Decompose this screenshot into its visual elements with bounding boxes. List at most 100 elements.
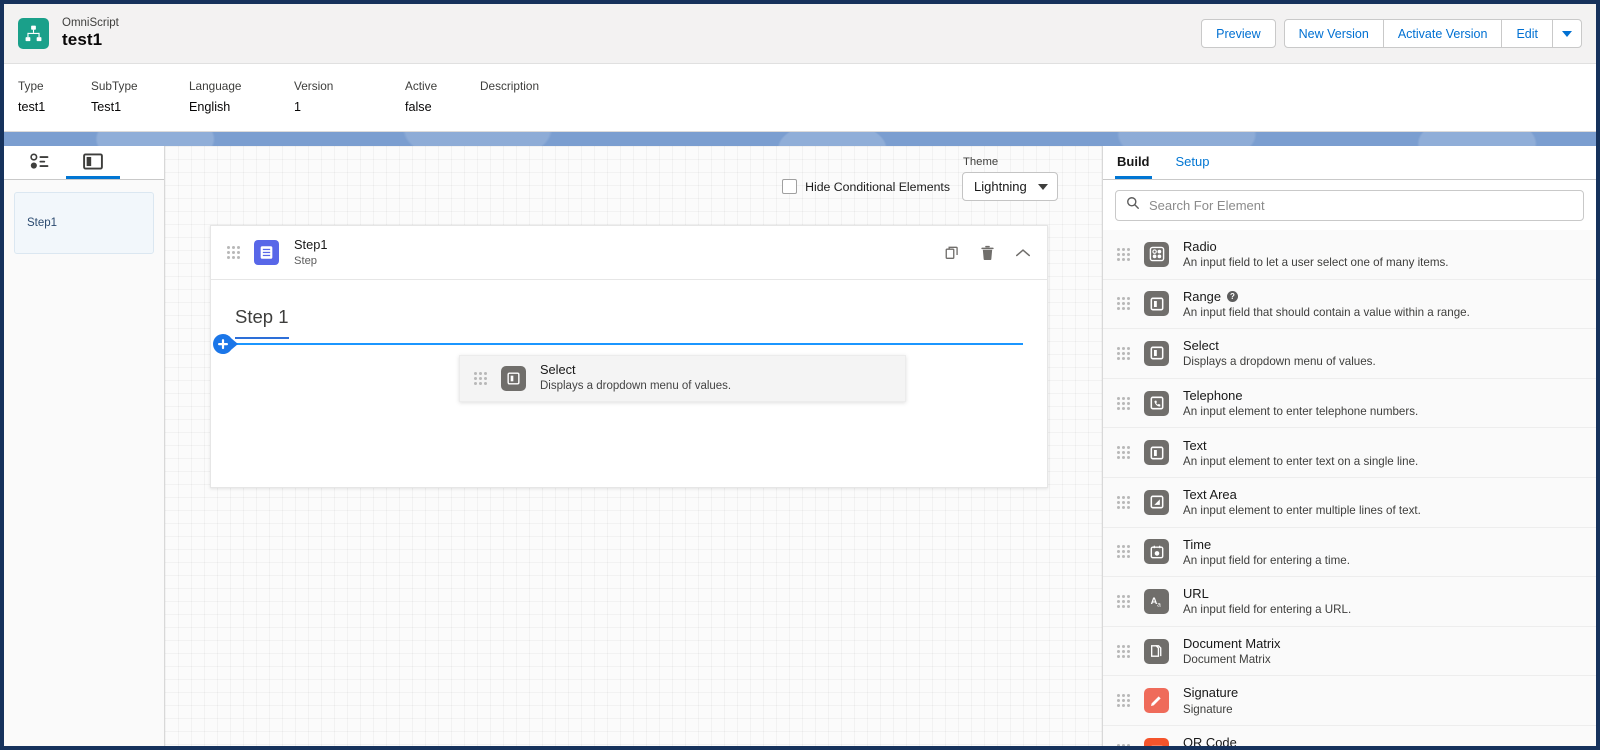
list-item-text: Range ? An input field that should conta… (1183, 288, 1470, 320)
list-item[interactable]: Time An input field for entering a time. (1103, 527, 1596, 578)
list-item[interactable]: Telephone An input element to enter tele… (1103, 378, 1596, 429)
select-icon (1144, 340, 1169, 366)
tab-build[interactable]: Build (1115, 154, 1152, 179)
select-icon (501, 366, 526, 391)
list-item-text: Document Matrix Document Matrix (1183, 635, 1280, 667)
page-title: test1 (62, 30, 103, 50)
field-language: Language English (189, 79, 242, 115)
hide-conditional-wrap[interactable]: Hide Conditional Elements (782, 179, 950, 201)
list-item[interactable]: QR Code QR Code (1103, 725, 1596, 746)
theme-label: Theme (963, 156, 999, 168)
list-item[interactable]: Select Displays a dropdown menu of value… (1103, 329, 1596, 379)
list-item-text: Text Area An input element to enter mult… (1183, 486, 1421, 518)
list-item-text: Text An input element to enter text on a… (1183, 437, 1418, 469)
new-version-button[interactable]: New Version (1283, 19, 1384, 48)
drag-handle-icon[interactable] (1117, 396, 1130, 410)
chevron-down-icon (1038, 183, 1048, 190)
right-panel-tabs: Build Setup (1103, 146, 1596, 180)
sidebar-item-step1[interactable]: Step1 (14, 192, 154, 254)
field-description: Description (480, 79, 540, 93)
list-item-text: Telephone An input element to enter tele… (1183, 387, 1418, 419)
url-icon: A a (1144, 588, 1169, 614)
drag-handle-icon[interactable] (1117, 594, 1130, 608)
drag-handle-icon[interactable] (1117, 247, 1130, 261)
range-icon (1144, 291, 1169, 317)
drag-handle-icon[interactable] (1117, 446, 1130, 460)
search-box[interactable] (1115, 190, 1584, 221)
drag-handle-icon[interactable] (1117, 694, 1130, 708)
list-item[interactable]: Range ? An input field that should conta… (1103, 279, 1596, 330)
step-card-title: Step1 (294, 236, 328, 252)
element-title: Time (1183, 536, 1212, 552)
radio-icon (1144, 241, 1169, 267)
version-button-group: New Version Activate Version Edit (1283, 19, 1582, 48)
telephone-icon (1144, 390, 1169, 416)
decorative-banner-strip (4, 132, 1596, 146)
list-item[interactable]: Text An input element to enter text on a… (1103, 428, 1596, 478)
list-item[interactable]: Text Area An input element to enter mult… (1103, 477, 1596, 528)
list-item-text: Signature Signature (1183, 684, 1238, 716)
more-actions-button[interactable] (1552, 19, 1582, 48)
script-canvas[interactable]: Hide Conditional Elements Theme Lightnin… (165, 146, 1102, 746)
dragged-element-ghost[interactable]: Select Displays a dropdown menu of value… (459, 355, 906, 402)
activate-version-button[interactable]: Activate Version (1382, 19, 1503, 48)
drag-handle-icon[interactable] (1117, 297, 1130, 311)
element-description: An input element to enter text on a sing… (1183, 454, 1419, 468)
edit-button[interactable]: Edit (1501, 19, 1553, 48)
element-description: Document Matrix (1183, 652, 1271, 666)
org-chart-icon (18, 18, 49, 49)
element-description: Signature (1183, 702, 1233, 716)
text-icon (1144, 440, 1169, 466)
sidebar-tab-structure[interactable] (12, 146, 66, 179)
step-list: Step1 (4, 180, 164, 746)
documents-icon (1144, 638, 1169, 664)
left-sidebar: Step1 (4, 146, 165, 746)
element-description: Displays a dropdown menu of values. (1183, 355, 1376, 369)
drag-handle-icon[interactable] (474, 372, 487, 385)
add-element-button[interactable] (212, 333, 238, 355)
canvas-toolbar: Hide Conditional Elements Theme Lightnin… (782, 156, 1058, 201)
step-card-titles: Step1 Step (294, 237, 327, 268)
header-actions: Preview New Version Activate Version Edi… (1201, 19, 1582, 48)
element-title: Radio (1183, 239, 1217, 255)
preview-button[interactable]: Preview (1201, 19, 1276, 48)
element-title-wrap: Range ? (1183, 288, 1470, 305)
copy-icon[interactable] (945, 245, 960, 260)
drag-handle-icon[interactable] (1117, 743, 1130, 746)
list-item[interactable]: Radio An input field to let a user selec… (1103, 230, 1596, 280)
record-header: OmniScript test1 Preview New Version Act… (4, 4, 1596, 64)
list-item[interactable]: A a URL An input field for entering a UR… (1103, 577, 1596, 627)
theme-selector-wrap: Theme Lightning (962, 156, 1058, 201)
pencil-icon (1144, 688, 1169, 714)
tab-setup[interactable]: Setup (1174, 154, 1212, 179)
drag-handle-icon[interactable] (1117, 495, 1130, 509)
list-item[interactable]: Signature Signature (1103, 676, 1596, 726)
chevron-down-icon (1562, 30, 1572, 37)
delete-icon[interactable] (980, 245, 995, 261)
element-title: QR Code (1183, 735, 1237, 746)
collapse-icon[interactable] (1015, 248, 1031, 258)
drag-handle-icon[interactable] (227, 246, 240, 259)
list-item[interactable]: Document Matrix Document Matrix (1103, 626, 1596, 677)
help-icon[interactable]: ? (1227, 290, 1238, 302)
step-card-subtitle: Step (294, 254, 318, 267)
left-sidebar-tabs (4, 146, 164, 180)
search-input[interactable] (1149, 198, 1573, 213)
list-item-text: Radio An input field to let a user selec… (1183, 238, 1449, 270)
element-title: Text Area (1183, 487, 1237, 503)
step-card-body: Step 1 (211, 280, 1047, 354)
element-list: Radio An input field to let a user selec… (1103, 230, 1596, 746)
drag-handle-icon[interactable] (1117, 545, 1130, 559)
element-title: Telephone (1183, 387, 1243, 403)
drag-handle-icon[interactable] (1117, 346, 1130, 360)
drag-handle-icon[interactable] (1117, 644, 1130, 658)
field-type: Type test1 (18, 79, 46, 115)
element-title: Select (1183, 338, 1219, 354)
theme-select[interactable]: Lightning (962, 172, 1058, 201)
field-version: Version 1 (294, 79, 334, 115)
ghost-titles: Select Displays a dropdown menu of value… (540, 362, 731, 394)
sidebar-tab-layout[interactable] (66, 146, 120, 179)
hide-conditional-checkbox[interactable] (782, 179, 798, 194)
element-description: An input field to let a user select one … (1183, 256, 1449, 270)
step-card-actions (945, 245, 1031, 261)
